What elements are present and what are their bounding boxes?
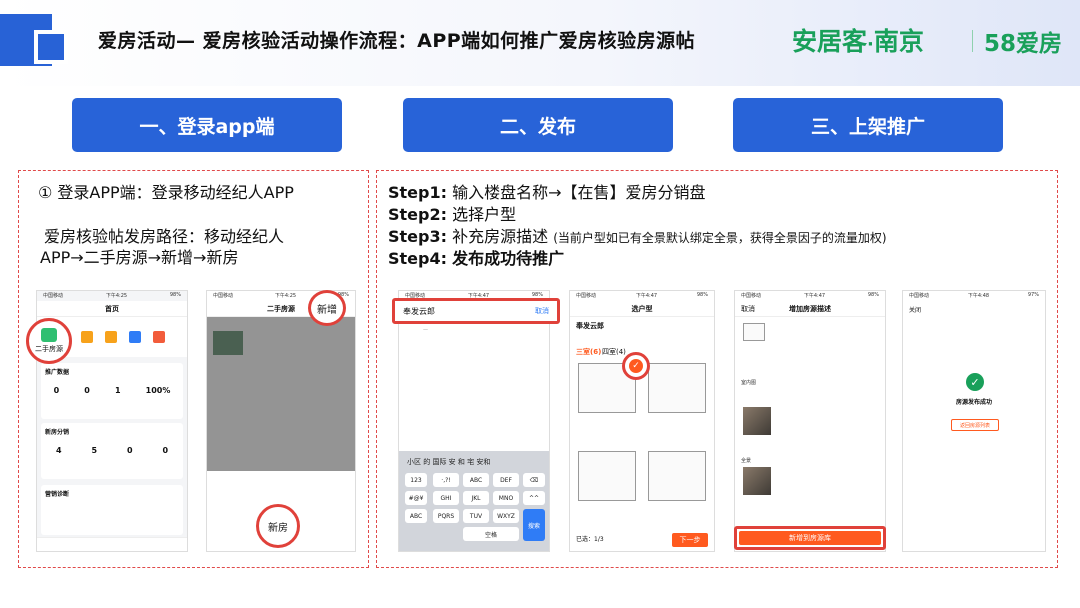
phone-floorplan-screen: 中国移动 下午4:47 98% 选户型 奉发云郎 三室(6) 四室(4) 已选：1/… bbox=[569, 290, 715, 552]
description-title: 增加房源描述 bbox=[789, 304, 831, 313]
back-to-list-button[interactable]: 返回房源列表 bbox=[951, 419, 999, 431]
newhouse-card: 新房分销 4 5 0 0 bbox=[41, 423, 183, 479]
second-hand-listing-highlight[interactable]: 二手房源 bbox=[26, 318, 72, 364]
phone-success-screen: 中国移动 下午4:48 97% 关闭 ✓ 房源发布成功 返回房源列表 bbox=[902, 290, 1046, 552]
status-bar: 中国移动 下午4:47 98% bbox=[576, 292, 708, 299]
key[interactable]: 123 bbox=[405, 473, 427, 487]
search-key[interactable]: 搜索 bbox=[523, 509, 545, 541]
description-cancel-button[interactable]: 取消 bbox=[741, 304, 755, 314]
keyboard[interactable]: 小区 的 国际 安 和 宅 安和 123 ·,?! ABC DEF ⌫ #@¥ … bbox=[399, 451, 549, 551]
house-icon bbox=[41, 328, 57, 342]
panorama-photo[interactable] bbox=[743, 467, 771, 495]
description-navbar: 取消 增加房源描述 bbox=[735, 301, 885, 317]
step-button-publish[interactable]: 二、发布 bbox=[403, 98, 673, 152]
diagnosis-card: 营销诊断 bbox=[41, 485, 183, 535]
app-icon-2[interactable] bbox=[81, 331, 93, 343]
status-bar: 中国移动 下午4:47 98% bbox=[741, 292, 879, 299]
newhouse-value: 5 bbox=[91, 446, 98, 455]
key[interactable]: JKL bbox=[463, 491, 489, 505]
key[interactable]: ABC bbox=[463, 473, 489, 487]
key[interactable]: DEF bbox=[493, 473, 519, 487]
next-step-button[interactable]: 下一步 bbox=[672, 533, 708, 547]
brand-anjuke-logo: 安居客·南京 bbox=[792, 27, 924, 56]
tab-four-room[interactable]: 四室(4) bbox=[602, 347, 626, 357]
key[interactable]: ABC bbox=[405, 509, 427, 523]
tab-three-room[interactable]: 三室(6) bbox=[576, 347, 601, 357]
keyboard-suggestions[interactable]: 小区 的 国际 安 和 宅 安和 bbox=[399, 451, 549, 473]
floorplan-thumb[interactable] bbox=[648, 363, 706, 413]
step3-line: Step3: 补充房源描述 (当前户型如已有全景默认绑定全景，获得全景因子的流量… bbox=[388, 227, 887, 246]
key[interactable]: #@¥ bbox=[405, 491, 427, 505]
step-button-promote[interactable]: 三、上架推广 bbox=[733, 98, 1003, 152]
search-result: — bbox=[423, 327, 428, 333]
backspace-key[interactable]: ⌫ bbox=[523, 473, 545, 487]
brand-divider bbox=[972, 30, 973, 52]
success-check-icon: ✓ bbox=[966, 373, 984, 391]
phone-search-screen: 中国移动 下午4:47 98% — 小区 的 国际 安 和 宅 安和 123 ·,?… bbox=[398, 290, 550, 552]
newhouse-value: 0 bbox=[126, 446, 133, 455]
selected-count: 已选：1/3 bbox=[576, 536, 604, 543]
check-icon: ✓ bbox=[629, 359, 643, 373]
phone-description-screen: 中国移动 下午4:47 98% 取消 增加房源描述 室内图 全景 bbox=[734, 290, 886, 552]
app-icon-4[interactable] bbox=[129, 331, 141, 343]
search-cancel-button[interactable]: 取消 bbox=[535, 306, 549, 316]
logo-square-small bbox=[34, 30, 68, 64]
promo-data-card: 推广数据 0 0 1 100% bbox=[41, 363, 183, 419]
interior-images-label: 室内图 bbox=[741, 380, 757, 386]
status-bar: 中国移动 下午4:48 97% bbox=[909, 292, 1039, 299]
promo-value: 0 bbox=[53, 386, 60, 395]
newhouse-value: 4 bbox=[55, 446, 62, 455]
search-input-highlight[interactable]: 奉发云郎 取消 bbox=[392, 298, 560, 324]
interior-photo[interactable] bbox=[743, 407, 771, 435]
dim-overlay bbox=[207, 317, 355, 471]
promo-value: 1 bbox=[114, 386, 121, 395]
newhouse-title: 新房分销 bbox=[45, 429, 70, 436]
step1-line: Step1: 输入楼盘名称→【在售】爱房分销盘 bbox=[388, 183, 706, 202]
space-key[interactable]: 空格 bbox=[463, 527, 519, 541]
page-title: 爱房活动— 爱房核验活动操作流程：APP端如何推广爱房核验房源帖 bbox=[98, 30, 696, 52]
key[interactable]: WXYZ bbox=[493, 509, 519, 523]
tab-bar[interactable] bbox=[37, 537, 187, 551]
add-to-library-button[interactable]: 新增到房源库 bbox=[739, 531, 881, 545]
login-instruction: ① 登录APP端：登录移动经纪人APP bbox=[38, 183, 294, 202]
status-bar: 中国移动 下午4:25 98% bbox=[43, 292, 181, 299]
floorplan-thumb[interactable] bbox=[578, 451, 636, 501]
step4-line: Step4: 发布成功待推广 bbox=[388, 249, 565, 268]
key[interactable]: PQRS bbox=[433, 509, 459, 523]
key[interactable]: TUV bbox=[463, 509, 489, 523]
promo-value: 0 bbox=[84, 386, 90, 395]
key[interactable]: ·,?! bbox=[433, 473, 459, 487]
app-icon-3[interactable] bbox=[105, 331, 117, 343]
promo-value: 100% bbox=[145, 386, 171, 395]
selected-plan-highlight[interactable]: ✓ bbox=[622, 352, 650, 380]
home-title: 首页 bbox=[105, 304, 119, 313]
second-hand-label: 二手房源 bbox=[35, 345, 63, 353]
step2-line: Step2: 选择户型 bbox=[388, 205, 517, 224]
close-button[interactable]: 关闭 bbox=[909, 305, 921, 314]
listing-title: 二手房源 bbox=[267, 304, 295, 313]
step-button-login[interactable]: 一、登录app端 bbox=[72, 98, 342, 152]
add-button-highlight[interactable]: 新增 bbox=[308, 290, 346, 326]
brand-58-logo: 58爱房 bbox=[984, 31, 1063, 57]
floorplan-thumb[interactable] bbox=[648, 451, 706, 501]
selected-plan-thumb bbox=[743, 323, 765, 341]
login-path-line1: 爱房核验帖发房路径：移动经纪人 bbox=[44, 227, 285, 246]
project-name: 奉发云郎 bbox=[576, 322, 604, 330]
new-house-option-highlight[interactable]: 新房 bbox=[256, 504, 300, 548]
floorplan-title: 选户型 bbox=[631, 304, 653, 313]
home-navbar: 首页 bbox=[37, 301, 187, 317]
diagnosis-title: 营销诊断 bbox=[45, 491, 70, 498]
search-input-value: 奉发云郎 bbox=[403, 306, 435, 316]
floorplan-navbar: 选户型 bbox=[570, 301, 714, 317]
submit-button-highlight[interactable]: 新增到房源库 bbox=[734, 526, 886, 550]
key[interactable]: ^^ bbox=[523, 491, 545, 505]
panorama-label: 全景 bbox=[741, 458, 752, 464]
login-path-line2: APP→二手房源→新增→新房 bbox=[40, 248, 239, 267]
promo-data-title: 推广数据 bbox=[45, 369, 70, 376]
app-icon-5[interactable] bbox=[153, 331, 165, 343]
success-message: 房源发布成功 bbox=[955, 399, 992, 406]
key[interactable]: MNO bbox=[493, 491, 519, 505]
key[interactable]: GHI bbox=[433, 491, 459, 505]
newhouse-value: 0 bbox=[162, 446, 169, 455]
